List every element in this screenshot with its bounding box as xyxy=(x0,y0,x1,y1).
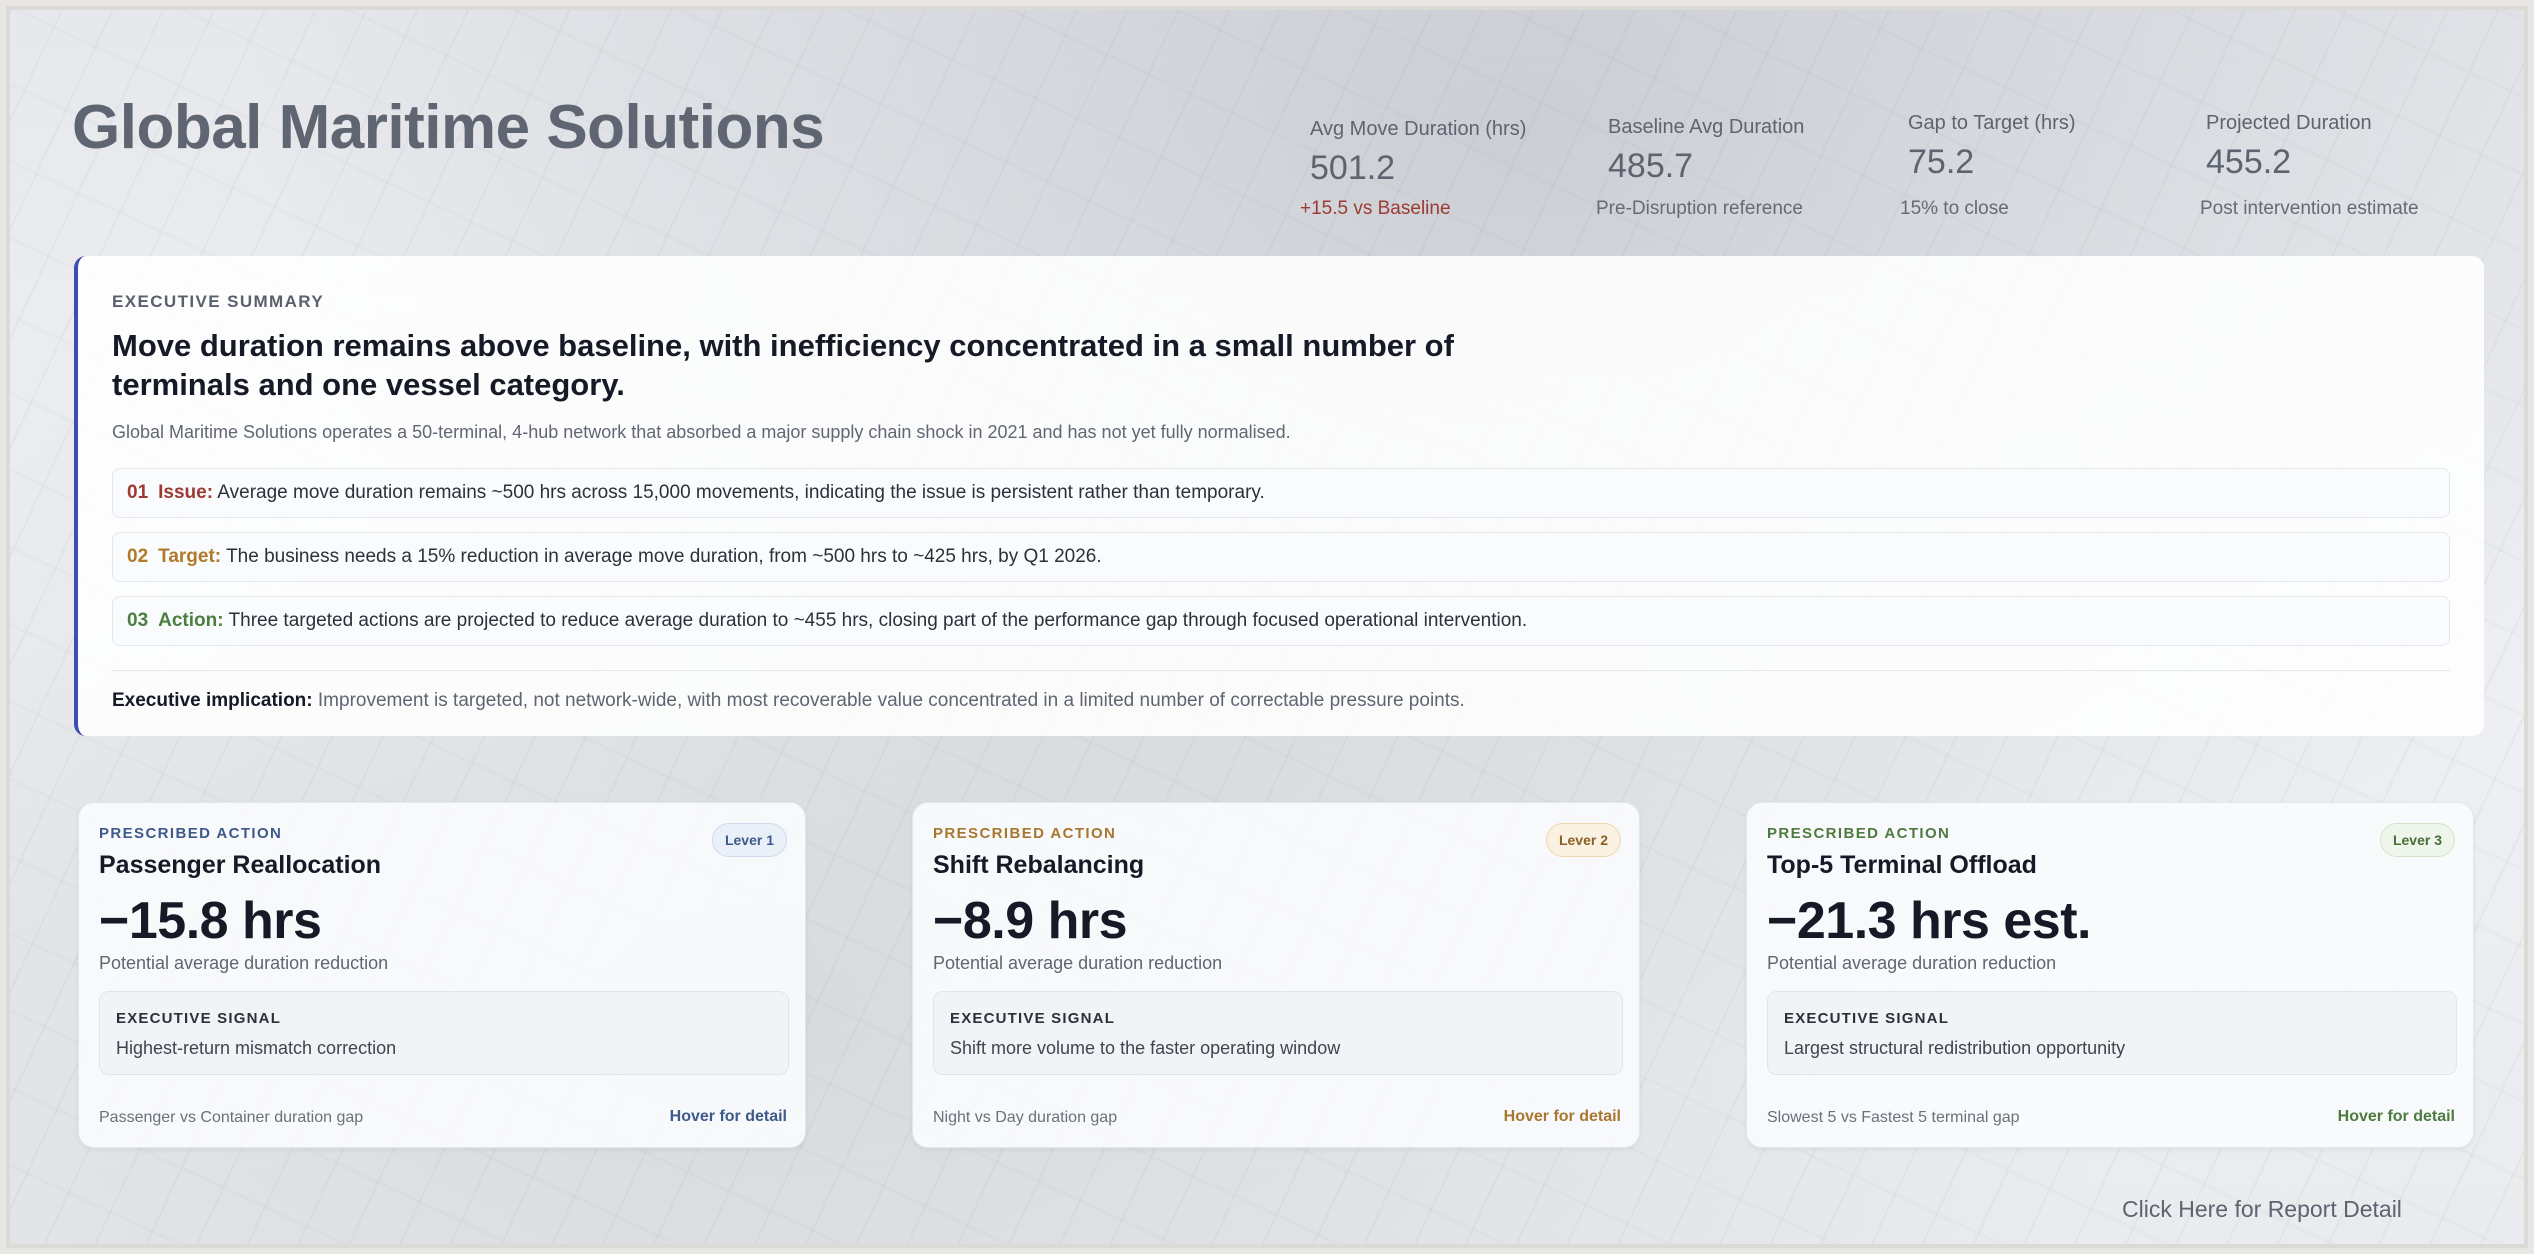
kpi-subtext: +15.5 vs Baseline xyxy=(1300,198,1451,219)
lever-badge: Lever 1 xyxy=(711,823,787,857)
point-tag: Issue: xyxy=(158,482,214,503)
point-text: Three targeted actions are projected to … xyxy=(228,610,1528,631)
summary-eyebrow: EXECUTIVE SUMMARY xyxy=(112,292,325,311)
action-card-shift-rebalancing[interactable]: PRESCRIBED ACTION Lever 2 Shift Rebalanc… xyxy=(912,802,1640,1148)
card-title: Top-5 Terminal Offload xyxy=(1767,851,2037,879)
kpi-baseline-duration: Baseline Avg Duration 485.7 Pre-Disrupti… xyxy=(1596,116,1805,220)
card-value: −21.3 hrs est. xyxy=(1767,892,2092,950)
card-footer: Slowest 5 vs Fastest 5 terminal gap xyxy=(1767,1109,2020,1126)
implication-text: Improvement is targeted, not network-wid… xyxy=(317,690,1465,711)
kpi-gap-to-target: Gap to Target (hrs) 75.2 15% to close xyxy=(1900,112,2076,220)
signal-title: EXECUTIVE SIGNAL xyxy=(116,1010,282,1027)
executive-implication: Executive implication: Improvement is ta… xyxy=(112,690,1465,712)
hover-detail-link[interactable]: Hover for detail xyxy=(2338,1108,2455,1126)
report-detail-link[interactable]: Click Here for Report Detail xyxy=(2122,1196,2402,1223)
card-footer: Passenger vs Container duration gap xyxy=(99,1109,364,1126)
summary-point-action: 03 Action: Three targeted actions are pro… xyxy=(112,596,2450,646)
executive-signal-box: EXECUTIVE SIGNAL Highest-return mismatch… xyxy=(99,991,789,1075)
card-description: Potential average duration reduction xyxy=(933,953,1223,973)
signal-title: EXECUTIVE SIGNAL xyxy=(950,1010,1116,1027)
implication-label: Executive implication: xyxy=(112,690,313,711)
card-value: −8.9 hrs xyxy=(933,892,1128,950)
card-eyebrow: PRESCRIBED ACTION xyxy=(99,825,283,842)
executive-signal-box: EXECUTIVE SIGNAL Largest structural redi… xyxy=(1767,991,2457,1075)
kpi-value: 501.2 xyxy=(1310,149,1396,187)
summary-intro: Global Maritime Solutions operates a 50-… xyxy=(112,422,1291,442)
card-eyebrow: PRESCRIBED ACTION xyxy=(933,825,1117,842)
lever-badge: Lever 3 xyxy=(2379,823,2455,857)
kpi-value: 455.2 xyxy=(2206,143,2292,181)
point-tag: Action: xyxy=(158,610,224,631)
kpi-label: Gap to Target (hrs) xyxy=(1908,112,2076,134)
card-value: −15.8 hrs xyxy=(99,892,322,950)
card-eyebrow: PRESCRIBED ACTION xyxy=(1767,825,1951,842)
kpi-avg-move-duration: Avg Move Duration (hrs) 501.2 +15.5 vs B… xyxy=(1300,118,1527,220)
kpi-label: Projected Duration xyxy=(2206,112,2372,134)
point-tag: Target: xyxy=(158,546,222,567)
kpi-label: Avg Move Duration (hrs) xyxy=(1310,118,1527,140)
kpi-subtext: 15% to close xyxy=(1900,198,2009,219)
card-footer: Night vs Day duration gap xyxy=(933,1109,1118,1126)
hover-detail-link[interactable]: Hover for detail xyxy=(670,1108,787,1126)
point-text: The business needs a 15% reduction in av… xyxy=(226,546,1102,567)
signal-text: Shift more volume to the faster operatin… xyxy=(950,1038,1341,1058)
kpi-label: Baseline Avg Duration xyxy=(1608,116,1805,138)
signal-title: EXECUTIVE SIGNAL xyxy=(1784,1010,1950,1027)
point-number: 03 xyxy=(127,610,149,631)
signal-text: Highest-return mismatch correction xyxy=(116,1038,397,1058)
lever-badge: Lever 2 xyxy=(1545,823,1621,857)
kpi-value: 485.7 xyxy=(1608,147,1694,185)
point-number: 02 xyxy=(127,546,149,567)
action-card-terminal-offload[interactable]: PRESCRIBED ACTION Lever 3 Top-5 Terminal… xyxy=(1746,802,2474,1148)
card-title: Shift Rebalancing xyxy=(933,851,1145,879)
point-number: 01 xyxy=(127,482,149,503)
signal-text: Largest structural redistribution opport… xyxy=(1784,1038,2126,1058)
action-card-passenger-reallocation[interactable]: PRESCRIBED ACTION Lever 1 Passenger Real… xyxy=(78,802,806,1148)
summary-divider xyxy=(112,670,2450,671)
kpi-value: 75.2 xyxy=(1908,143,1975,181)
summary-point-issue: 01 Issue: Average move duration remains ~… xyxy=(112,468,2450,518)
kpi-subtext: Post intervention estimate xyxy=(2200,198,2419,219)
summary-point-target: 02 Target: The business needs a 15% reduc… xyxy=(112,532,2450,582)
dashboard-frame: Global Maritime Solutions Avg Move Durat… xyxy=(6,6,2528,1248)
summary-headline: Move duration remains above baseline, wi… xyxy=(112,328,1454,402)
point-text: Average move duration remains ~500 hrs a… xyxy=(217,482,1265,503)
page-title: Global Maritime Solutions xyxy=(72,93,825,162)
hover-detail-link[interactable]: Hover for detail xyxy=(1504,1108,1621,1126)
card-description: Potential average duration reduction xyxy=(1767,953,2057,973)
card-description: Potential average duration reduction xyxy=(99,953,389,973)
kpi-projected-duration: Projected Duration 455.2 Post interventi… xyxy=(2200,112,2419,220)
executive-summary-panel: EXECUTIVE SUMMARY Move duration remains … xyxy=(74,256,2484,736)
executive-signal-box: EXECUTIVE SIGNAL Shift more volume to th… xyxy=(933,991,1623,1075)
card-title: Passenger Reallocation xyxy=(99,851,382,879)
kpi-subtext: Pre-Disruption reference xyxy=(1596,198,1803,219)
